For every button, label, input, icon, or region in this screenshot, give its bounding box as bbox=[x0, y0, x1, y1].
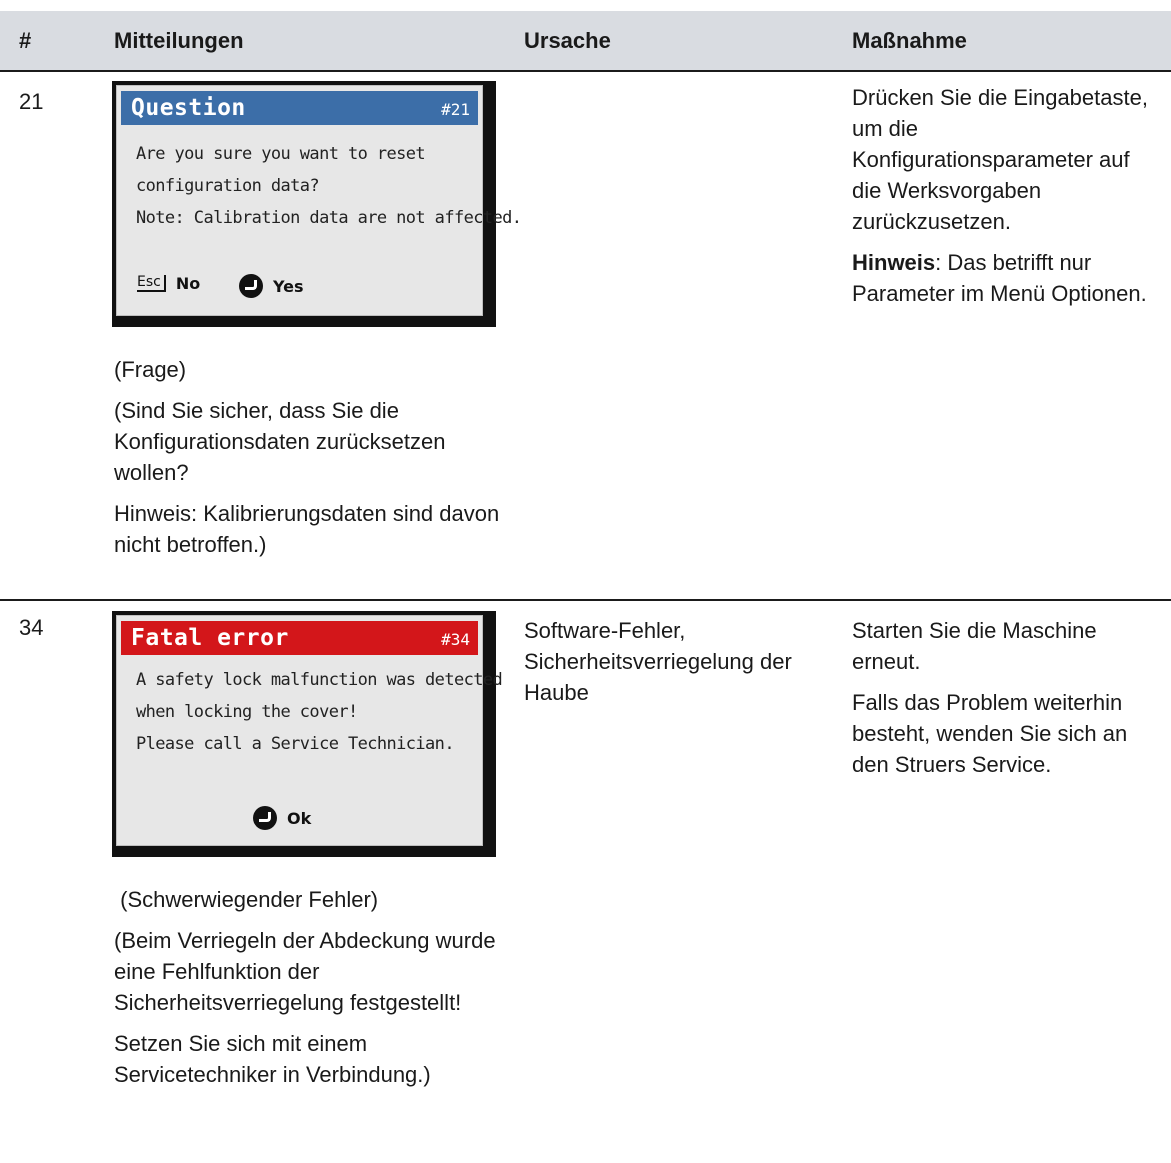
enter-key-icon bbox=[239, 274, 263, 298]
screen-title: Fatal error bbox=[131, 625, 289, 651]
no-label: No bbox=[175, 274, 201, 293]
action-paragraph: Drücken Sie die Eingabetaste, um die Kon… bbox=[852, 85, 1148, 234]
message-translation: (Frage) bbox=[114, 357, 187, 382]
screen-line: Are you sure you want to reset bbox=[136, 144, 426, 164]
screen-panel: Question #21 Are you sure you want to re… bbox=[116, 85, 522, 316]
header-action: Maßnahme bbox=[852, 28, 967, 53]
header-messages: Mitteilungen bbox=[114, 28, 244, 53]
screen-code: #34 bbox=[441, 630, 470, 649]
no-button: Esc No bbox=[137, 274, 200, 293]
message-translation: Setzen Sie sich mit einem Servicetechnik… bbox=[114, 1031, 431, 1087]
screen-buttons: Ok bbox=[117, 804, 482, 834]
message-translation: (Beim Verriegeln der Abdeckung wurde ein… bbox=[114, 928, 496, 1015]
yes-button: Yes bbox=[239, 274, 304, 298]
cause-text: Software-Fehler, Sicherheitsverriegelung… bbox=[524, 618, 792, 705]
screen-line: configuration data? bbox=[136, 176, 320, 196]
screen-title: Question bbox=[131, 95, 246, 121]
esc-key-icon: Esc bbox=[137, 275, 166, 292]
action-text: Starten Sie die Maschine erneut. Falls d… bbox=[852, 615, 1167, 790]
screen-line: Please call a Service Technician. bbox=[136, 734, 455, 754]
screen-panel: Fatal error #34 A safety lock malfunctio… bbox=[116, 615, 503, 846]
ok-button: Ok bbox=[253, 806, 311, 830]
messages-text: (Frage) (Sind Sie sicher, dass Sie die K… bbox=[114, 354, 504, 570]
action-note: Hinweis: Das betrifft nur Parameter im M… bbox=[852, 247, 1162, 309]
table-header: # Mitteilungen Ursache Maßnahme bbox=[0, 11, 1171, 72]
screen-line: when locking the cover! bbox=[136, 702, 358, 722]
row-divider bbox=[0, 599, 1171, 601]
action-text: Drücken Sie die Eingabetaste, um die Kon… bbox=[852, 82, 1162, 319]
device-screen-question: Question #21 Are you sure you want to re… bbox=[112, 81, 522, 327]
action-paragraph: Falls das Problem weiterhin besteht, wen… bbox=[852, 690, 1128, 777]
screen-message: Are you sure you want to reset configura… bbox=[136, 138, 522, 234]
header-cause: Ursache bbox=[524, 28, 611, 53]
message-translation: (Sind Sie sicher, dass Sie die Konfigura… bbox=[114, 398, 446, 485]
device-screen-fatal-error: Fatal error #34 A safety lock malfunctio… bbox=[112, 611, 503, 857]
messages-text: (Schwerwiegender Fehler) (Beim Verriegel… bbox=[114, 884, 504, 1100]
action-paragraph: Starten Sie die Maschine erneut. bbox=[852, 618, 1097, 674]
screen-buttons: Esc No Yes bbox=[117, 274, 482, 304]
row-number: 21 bbox=[19, 89, 44, 114]
screen-message: A safety lock malfunction was detected w… bbox=[136, 664, 503, 760]
row-number: 34 bbox=[19, 615, 44, 640]
screen-title-bar: Fatal error #34 bbox=[121, 621, 478, 655]
yes-label: Yes bbox=[273, 276, 304, 296]
message-translation: (Schwerwiegender Fehler) bbox=[114, 887, 379, 912]
message-translation: Hinweis: Kalibrierungsdaten sind davon n… bbox=[114, 501, 500, 557]
screen-line: A safety lock malfunction was detected bbox=[136, 670, 503, 690]
screen-code: #21 bbox=[441, 100, 470, 119]
header-number: # bbox=[19, 28, 32, 53]
enter-key-icon bbox=[253, 806, 277, 830]
screen-line: Note: Calibration data are not affected. bbox=[136, 208, 522, 228]
ok-label: Ok bbox=[287, 808, 312, 828]
note-label: Hinweis bbox=[852, 250, 936, 275]
screen-title-bar: Question #21 bbox=[121, 91, 478, 125]
